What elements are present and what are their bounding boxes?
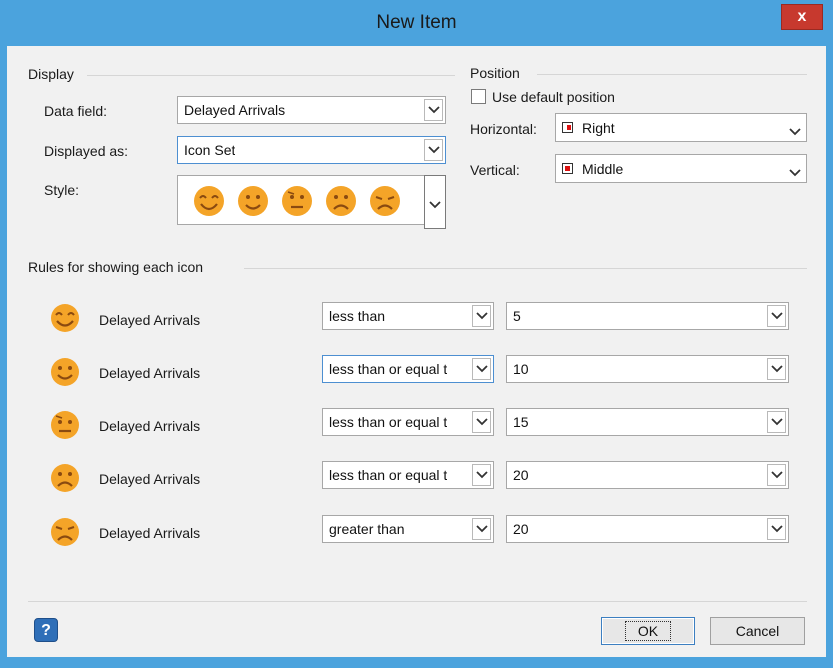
chevron-down-icon[interactable] [767,518,786,540]
crying-face-icon [51,518,79,546]
rule-value-dropdown[interactable]: 20 [506,461,789,489]
dialog-window: New Item x Display Data field: Delayed A… [0,0,833,668]
chevron-down-icon[interactable] [789,123,801,141]
data-field-label: Data field: [44,103,108,119]
cancel-button[interactable]: Cancel [710,617,805,645]
chevron-down-icon[interactable] [472,464,491,486]
rule-field-label: Delayed Arrivals [99,365,201,381]
rule-operator-value: less than or equal t [329,361,448,377]
align-right-icon [562,122,573,133]
rule-operator-dropdown[interactable]: less than or equal t [322,355,494,383]
rule-operator-value: less than or equal t [329,467,448,483]
crying-face-icon [370,186,400,216]
chevron-down-icon[interactable] [789,164,801,182]
vertical-label: Vertical: [470,162,520,178]
icon-style-picker[interactable] [177,175,446,225]
horizontal-value-wrap: Right [562,114,615,141]
rule-value-dropdown[interactable]: 15 [506,408,789,436]
ok-button-label: OK [624,621,672,641]
use-default-position-checkbox[interactable] [471,89,486,104]
rule-value: 20 [513,467,529,483]
horizontal-label: Horizontal: [470,121,537,137]
use-default-position-label[interactable]: Use default position [492,89,615,105]
data-field-value: Delayed Arrivals [184,102,286,118]
laughing-face-icon [194,186,224,216]
rule-field-label: Delayed Arrivals [99,525,201,541]
rule-value: 10 [513,361,529,377]
icon-style-dropdown-button[interactable] [424,175,446,229]
rule-operator-dropdown[interactable]: less than or equal t [322,461,494,489]
horizontal-value: Right [582,119,615,136]
rule-operator-dropdown[interactable]: greater than [322,515,494,543]
smiling-face-icon [51,358,79,386]
rule-operator-value: less than [329,308,386,324]
chevron-down-icon[interactable] [767,358,786,380]
icon-style-preview [194,186,400,216]
help-button[interactable]: ? [34,618,58,642]
rule-value-dropdown[interactable]: 20 [506,515,789,543]
chevron-down-icon[interactable] [767,464,786,486]
rule-value: 15 [513,414,529,430]
rule-field-label: Delayed Arrivals [99,418,201,434]
position-divider [537,74,807,75]
chevron-down-icon[interactable] [767,305,786,327]
footer-divider [28,601,807,602]
vertical-dropdown[interactable]: Middle [555,154,807,183]
rule-operator-value: greater than [329,521,405,537]
chevron-down-icon[interactable] [424,139,443,161]
displayed-as-value: Icon Set [184,142,236,158]
frowning-face-icon [326,186,356,216]
dialog-client: Display Data field: Delayed Arrivals Dis… [7,46,826,657]
rules-divider [244,268,807,269]
style-label: Style: [44,182,80,198]
frowning-face-icon [51,464,79,492]
rule-field-label: Delayed Arrivals [99,471,201,487]
rule-value: 20 [513,521,529,537]
data-field-dropdown[interactable]: Delayed Arrivals [177,96,446,124]
chevron-down-icon[interactable] [424,99,443,121]
laughing-face-icon [51,304,79,332]
rule-value: 5 [513,308,521,324]
rule-operator-dropdown[interactable]: less than [322,302,494,330]
chevron-down-icon[interactable] [767,411,786,433]
smiling-face-icon [238,186,268,216]
vertical-value: Middle [582,160,624,177]
chevron-down-icon[interactable] [472,358,491,380]
dialog-title: New Item [376,12,457,33]
displayed-as-label: Displayed as: [44,143,129,159]
position-section-heading: Position [470,65,520,81]
chevron-down-icon[interactable] [472,518,491,540]
worried-face-icon [282,186,312,216]
rule-value-dropdown[interactable]: 5 [506,302,789,330]
chevron-down-icon[interactable] [472,411,491,433]
rule-operator-value: less than or equal t [329,414,448,430]
display-section-heading: Display [28,66,74,82]
horizontal-dropdown[interactable]: Right [555,113,807,142]
worried-face-icon [51,411,79,439]
align-middle-icon [562,163,573,174]
vertical-value-wrap: Middle [562,155,623,182]
display-divider [87,75,455,76]
rule-value-dropdown[interactable]: 10 [506,355,789,383]
ok-button[interactable]: OK [601,617,695,645]
title-bar[interactable]: New Item x [0,0,833,46]
rules-section-heading: Rules for showing each icon [28,259,204,275]
rule-field-label: Delayed Arrivals [99,312,201,328]
rule-operator-dropdown[interactable]: less than or equal t [322,408,494,436]
chevron-down-icon[interactable] [472,305,491,327]
close-button[interactable]: x [781,4,823,30]
displayed-as-dropdown[interactable]: Icon Set [177,136,446,164]
chevron-down-icon [429,196,441,214]
